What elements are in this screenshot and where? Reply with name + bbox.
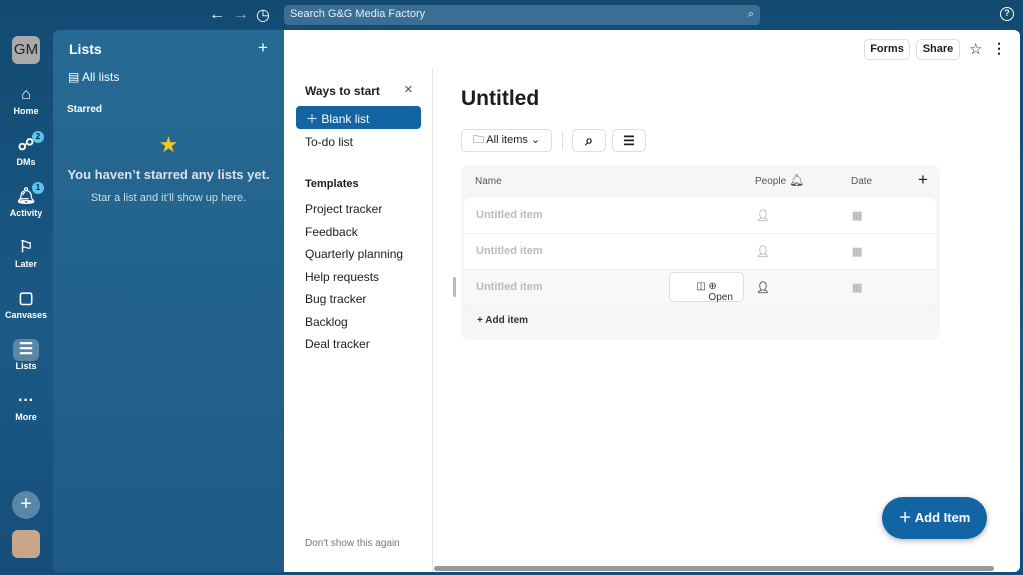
back-button[interactable]: ← <box>209 6 225 24</box>
bell-icon: 🔔︎ <box>789 173 805 187</box>
horizontal-scrollbar[interactable] <box>434 566 994 571</box>
new-list-button[interactable]: + <box>258 38 268 58</box>
divider <box>562 132 563 150</box>
rail-item-more[interactable]: ··· More <box>0 390 52 422</box>
item-name[interactable]: Untitled item <box>476 209 543 221</box>
rail-label: Canvases <box>4 310 48 320</box>
column-name[interactable]: Name <box>475 176 502 187</box>
rail-label: More <box>15 412 37 422</box>
add-item-label: Add item <box>485 315 529 326</box>
rail-label: DMs <box>16 157 36 167</box>
blank-list-label: Blank list <box>321 112 370 126</box>
template-item[interactable]: Bug tracker <box>305 292 366 306</box>
close-icon[interactable]: × <box>404 81 413 98</box>
resize-handle[interactable] <box>453 277 456 297</box>
filter-label: All items <box>486 134 528 146</box>
all-items-filter[interactable]: 🗀 All items ⌄ <box>461 129 552 152</box>
search-input[interactable]: Search G&G Media Factory ⌕ <box>284 5 760 25</box>
rail-item-home[interactable]: ⌂ Home <box>0 84 52 116</box>
bell-icon: 🔔︎ <box>15 188 37 205</box>
starred-heading: Starred <box>67 104 103 115</box>
list-table: Name People 🔔︎ Date + Untitled item 👤︎ ▦ U… <box>461 165 940 340</box>
plus-icon: ＋ <box>306 112 322 126</box>
people-icon[interactable]: 👤︎ <box>756 209 770 222</box>
star-icon: ★ <box>158 132 179 157</box>
more-icon: ··· <box>18 392 34 409</box>
canvas-icon: ▢ <box>18 290 34 307</box>
people-icon[interactable]: 👤︎ <box>756 245 770 258</box>
empty-subtitle: Star a list and it’ll show up here. <box>90 192 247 204</box>
forward-button[interactable]: → <box>233 6 249 24</box>
table-row[interactable]: Untitled item 👤︎ ▦ ◫ Open ⊕ <box>464 270 936 306</box>
workspace-icon[interactable]: GM <box>12 36 40 64</box>
ways-title: Ways to start <box>305 84 380 98</box>
all-lists-link[interactable]: ▤ All lists <box>68 70 119 84</box>
rail-label: Activity <box>9 208 43 218</box>
all-lists-label: All lists <box>82 70 120 84</box>
lists-title: Lists <box>69 41 102 57</box>
fab-label: Add Item <box>914 510 971 525</box>
dont-show-again-link[interactable]: Don't show this again <box>305 538 400 549</box>
search-icon: ⌕ <box>747 8 754 20</box>
blank-list-button[interactable]: ＋ Blank list <box>296 106 421 129</box>
table-row[interactable]: Untitled item 👤︎ ▦ <box>464 198 936 234</box>
filter-settings-button[interactable]: ☰ <box>612 129 646 152</box>
rail-item-canvases[interactable]: ▢ Canvases <box>0 288 52 320</box>
forms-button[interactable]: Forms <box>864 39 910 60</box>
search-button[interactable]: ⌕ <box>572 129 606 152</box>
templates-heading: Templates <box>305 178 359 190</box>
rail-label: Later <box>14 259 37 269</box>
empty-title: You haven’t starred any lists yet. <box>67 167 270 182</box>
avatar[interactable] <box>12 530 40 558</box>
rail-label: Lists <box>15 361 37 371</box>
rail-item-dms[interactable]: ☍ 2 DMs <box>0 131 52 167</box>
calendar-icon[interactable]: ▦ <box>852 245 862 258</box>
lists-icon: ☰ <box>13 339 39 361</box>
help-icon[interactable]: ? <box>1000 7 1014 21</box>
calendar-icon[interactable]: ▦ <box>852 281 862 294</box>
list-title: Untitled <box>461 87 540 110</box>
template-item[interactable]: Quarterly planning <box>305 247 403 261</box>
home-icon: ⌂ <box>21 86 31 103</box>
rail-item-lists[interactable]: ☰ Lists <box>0 339 52 371</box>
calendar-icon[interactable]: ▦ <box>852 209 862 222</box>
open-item-button[interactable]: ◫ Open ⊕ <box>669 272 744 303</box>
add-item-fab[interactable]: ＋ Add Item <box>882 497 987 539</box>
more-icon[interactable]: ⋮ <box>992 40 1006 57</box>
lists-panel: Lists + ▤ All lists Starred ★ You haven’… <box>53 30 284 572</box>
badge: 1 <box>32 182 44 194</box>
folder-icon: 🗀 <box>472 134 487 146</box>
template-item[interactable]: Backlog <box>305 315 348 329</box>
create-button[interactable]: + <box>12 491 40 519</box>
share-button[interactable]: Share <box>916 39 960 60</box>
search-placeholder: Search G&G Media Factory <box>290 8 426 20</box>
item-name[interactable]: Untitled item <box>476 245 543 257</box>
add-column-button[interactable]: + <box>918 170 928 190</box>
rail-label: Home <box>13 106 39 116</box>
main-pane: Forms Share ☆ ⋮ Ways to start × ＋ Blank … <box>284 30 1020 572</box>
history-icon[interactable]: ◷ <box>256 5 270 25</box>
todo-list-option[interactable]: To-do list <box>305 135 353 149</box>
table-row[interactable]: Untitled item 👤︎ ▦ <box>464 234 936 270</box>
rail-item-later[interactable]: ⚐ Later <box>0 237 52 269</box>
template-item[interactable]: Deal tracker <box>305 337 370 351</box>
template-item[interactable]: Project tracker <box>305 202 382 216</box>
star-icon[interactable]: ☆ <box>969 40 982 58</box>
column-date: Date <box>851 176 873 187</box>
item-name[interactable]: Untitled item <box>476 281 543 293</box>
add-item-row-button[interactable]: + Add item <box>477 315 528 326</box>
template-item[interactable]: Feedback <box>305 225 358 239</box>
list-icon: ▤ <box>68 70 83 84</box>
badge: 2 <box>32 131 44 143</box>
bookmark-icon: ⚐ <box>18 239 34 256</box>
open-label: Open <box>708 292 733 303</box>
ways-to-start-panel: Ways to start × ＋ Blank list To-do list … <box>284 68 433 572</box>
rail-item-activity[interactable]: 🔔︎ 1 Activity <box>0 182 52 218</box>
template-item[interactable]: Help requests <box>305 270 379 284</box>
people-icon[interactable]: 👤︎ <box>756 281 770 294</box>
column-people[interactable]: People <box>755 176 786 187</box>
dms-icon: ☍ <box>17 137 35 154</box>
